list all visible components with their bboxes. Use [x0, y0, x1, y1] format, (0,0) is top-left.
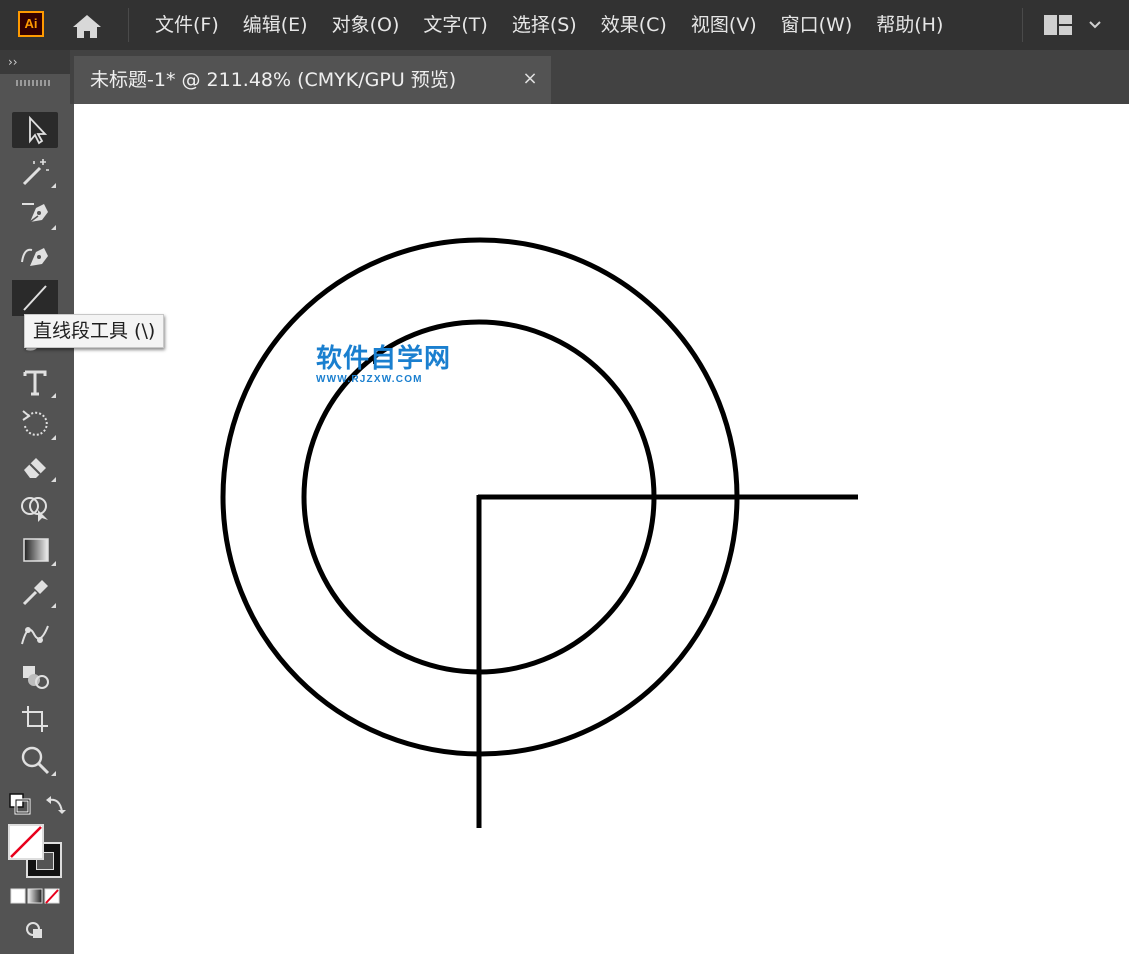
- curvature-tool-icon: [21, 248, 48, 266]
- type-tool[interactable]: [12, 364, 58, 400]
- artboard-canvas[interactable]: 软件自学网 WWW.RJZXW.COM: [74, 104, 1129, 954]
- menu-window[interactable]: 窗口(W): [769, 0, 865, 50]
- menu-object[interactable]: 对象(O): [320, 0, 412, 50]
- gradient-mode-icon[interactable]: [27, 888, 43, 904]
- zoom-tool[interactable]: [12, 742, 58, 778]
- menu-help[interactable]: 帮助(H): [864, 0, 955, 50]
- color-mode-row: [10, 888, 60, 904]
- curvature-tool[interactable]: [12, 238, 58, 274]
- menu-effect[interactable]: 效果(C): [589, 0, 679, 50]
- submenu-indicator: [51, 435, 56, 440]
- magic-wand-tool[interactable]: [12, 154, 58, 190]
- watermark-text: 软件自学网: [316, 344, 452, 374]
- eraser-tool[interactable]: [12, 448, 58, 484]
- pen-tool[interactable]: [12, 196, 58, 232]
- menu-bar: Ai 文件(F) 编辑(E) 对象(O) 文字(T) 选择(S) 效果(C) 视…: [0, 0, 1129, 50]
- default-fill-stroke-icon[interactable]: [8, 792, 32, 816]
- gradient-tool-icon: [23, 538, 49, 562]
- watermark: 软件自学网 WWW.RJZXW.COM: [316, 338, 466, 385]
- magic-wand-tool-icon: [22, 159, 49, 186]
- home-icon[interactable]: [70, 12, 104, 40]
- eyedropper-tool-icon: [22, 580, 48, 606]
- swap-fill-stroke-icon[interactable]: [44, 792, 68, 816]
- blend-tool[interactable]: [12, 658, 58, 694]
- color-mode-icon[interactable]: [10, 888, 26, 904]
- type-tool-icon: [23, 370, 47, 396]
- shape-builder-tool-icon: [21, 497, 48, 522]
- puppet-warp-tool[interactable]: [12, 616, 58, 652]
- close-icon[interactable]: ×: [519, 68, 541, 90]
- artboard-tool[interactable]: [12, 700, 58, 736]
- document-tab-title: 未标题-1* @ 211.48% (CMYK/GPU 预览): [90, 69, 457, 91]
- line-segment-tool[interactable]: [12, 280, 58, 316]
- selection-tool-icon: [29, 115, 48, 145]
- menu-edit[interactable]: 编辑(E): [231, 0, 320, 50]
- workspace-switcher-icon[interactable]: [1040, 12, 1110, 38]
- submenu-indicator: [51, 393, 56, 398]
- eraser-tool-icon: [24, 458, 46, 478]
- fill-swatch-none-icon[interactable]: [8, 824, 44, 860]
- zoom-tool-icon: [21, 746, 50, 775]
- artboard-tool-icon: [22, 706, 48, 732]
- tools-panel: [0, 74, 70, 954]
- puppet-warp-tool-icon: [21, 625, 49, 645]
- menu-type[interactable]: 文字(T): [411, 0, 499, 50]
- submenu-indicator: [51, 183, 56, 188]
- selection-tool[interactable]: [12, 112, 58, 148]
- pen-tool-icon: [22, 203, 48, 223]
- artwork: [220, 237, 858, 828]
- app-logo[interactable]: Ai: [18, 11, 44, 37]
- main-menu: 文件(F) 编辑(E) 对象(O) 文字(T) 选择(S) 效果(C) 视图(V…: [143, 0, 955, 50]
- menu-select[interactable]: 选择(S): [500, 0, 589, 50]
- rotate-tool-icon: [22, 410, 48, 436]
- submenu-indicator: [51, 771, 56, 776]
- line-segment-tool-icon: [23, 285, 47, 311]
- document-tab[interactable]: 未标题-1* @ 211.48% (CMYK/GPU 预览) ×: [74, 56, 551, 104]
- draw-mode-icon[interactable]: [24, 920, 46, 942]
- watermark-url: WWW.RJZXW.COM: [316, 374, 423, 385]
- panel-grip[interactable]: [16, 80, 52, 86]
- menu-file[interactable]: 文件(F): [143, 0, 231, 50]
- eyedropper-tool[interactable]: [12, 574, 58, 610]
- menu-divider: [1022, 8, 1023, 42]
- tool-tooltip: 直线段工具 (\): [24, 314, 165, 348]
- gradient-tool[interactable]: [12, 532, 58, 568]
- blend-tool-icon: [23, 666, 49, 689]
- submenu-indicator: [51, 561, 56, 566]
- submenu-indicator: [51, 477, 56, 482]
- submenu-indicator: [51, 225, 56, 230]
- submenu-indicator: [51, 603, 56, 608]
- menu-divider: [128, 8, 129, 42]
- shape-builder-tool[interactable]: [12, 490, 58, 526]
- rotate-tool[interactable]: [12, 406, 58, 442]
- toolbar-collapse-button[interactable]: ››: [0, 50, 70, 74]
- menu-view[interactable]: 视图(V): [679, 0, 769, 50]
